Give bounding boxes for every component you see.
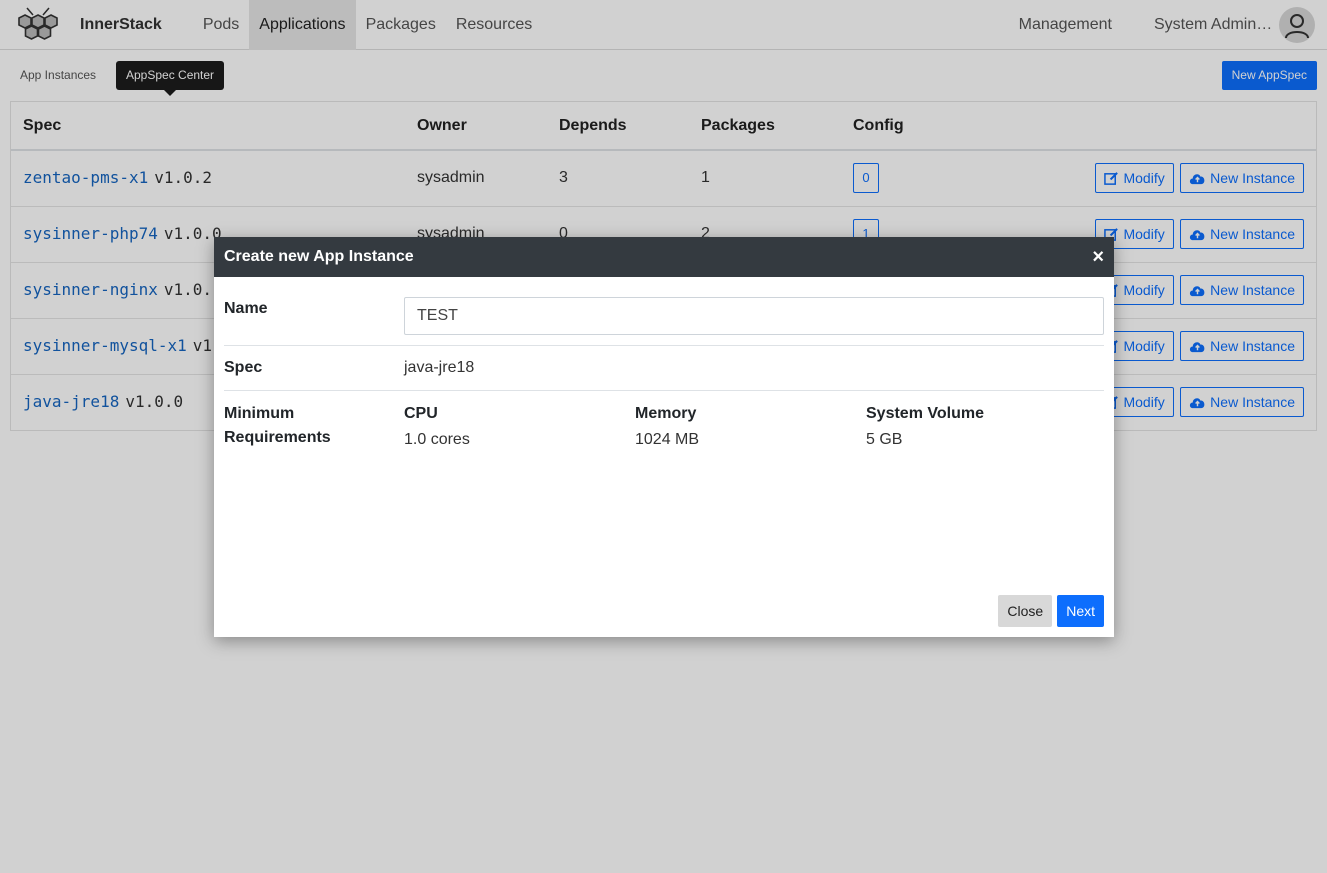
req-memory: Memory 1024 MB xyxy=(635,402,866,454)
next-button[interactable]: Next xyxy=(1057,595,1104,627)
modal-body: Name Spec java-jre18 Minimum Requirement… xyxy=(224,297,1104,454)
req-volume-value: 5 GB xyxy=(866,431,903,448)
modal-title: Create new App Instance xyxy=(224,248,414,265)
req-cpu: CPU 1.0 cores xyxy=(404,402,635,454)
requirements-grid: CPU 1.0 cores Memory 1024 MB System Volu… xyxy=(404,402,1104,454)
spec-label: Spec xyxy=(224,359,263,376)
name-value-wrap xyxy=(404,297,1104,345)
name-row: Name xyxy=(224,297,1104,346)
close-button[interactable]: Close xyxy=(998,595,1053,627)
req-volume: System Volume 5 GB xyxy=(866,402,1097,454)
name-label: Name xyxy=(224,300,268,317)
req-cpu-label: CPU xyxy=(404,405,438,422)
modal-footer: Close Next xyxy=(998,595,1104,627)
create-instance-modal: Create new App Instance × Name Spec java… xyxy=(214,237,1114,637)
req-memory-value: 1024 MB xyxy=(635,431,700,448)
req-volume-label: System Volume xyxy=(866,405,984,422)
req-memory-label: Memory xyxy=(635,405,697,422)
close-icon[interactable]: × xyxy=(1092,247,1104,267)
min-requirements-label: Minimum Requirements xyxy=(224,405,331,446)
spec-row: Spec java-jre18 xyxy=(224,346,1104,391)
req-cpu-value: 1.0 cores xyxy=(404,431,470,448)
name-input[interactable] xyxy=(404,297,1104,335)
requirements-row: Minimum Requirements CPU 1.0 cores Memor… xyxy=(224,391,1104,454)
modal-header: Create new App Instance × xyxy=(214,237,1114,277)
spec-value: java-jre18 xyxy=(404,359,475,376)
